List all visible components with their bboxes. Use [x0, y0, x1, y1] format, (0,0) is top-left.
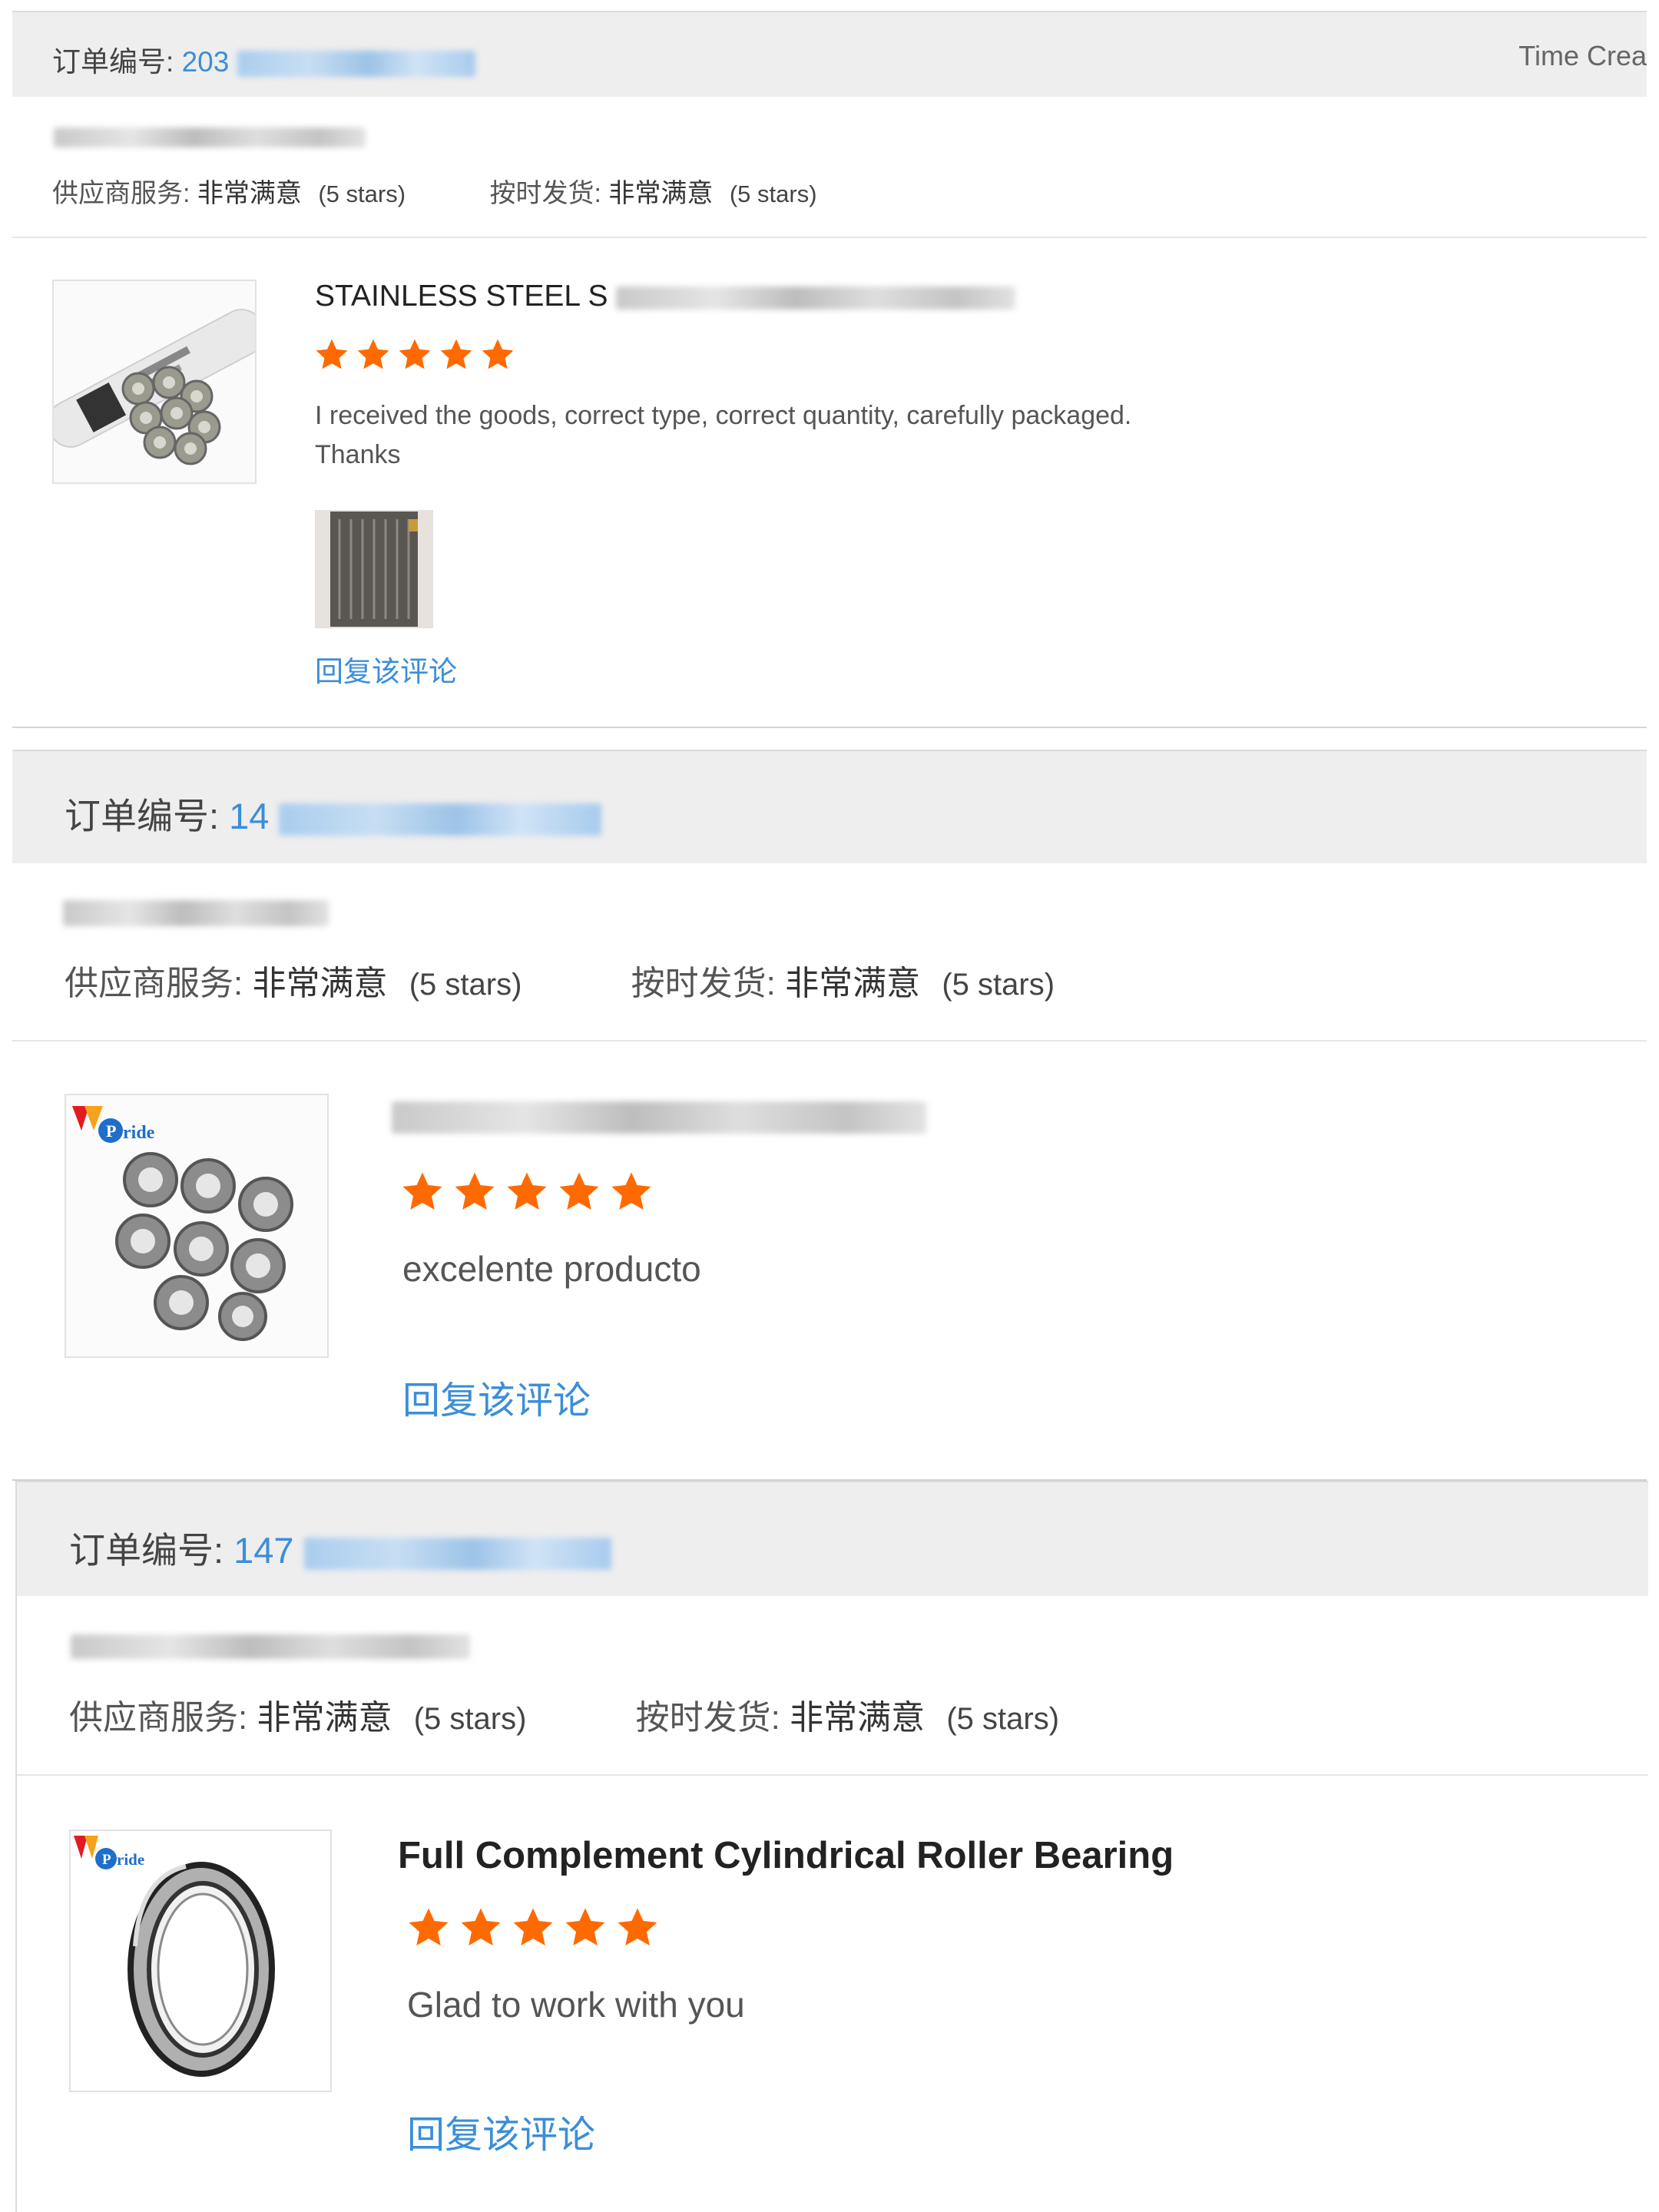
star-icon: [614, 1905, 661, 1951]
svg-text:P: P: [102, 1852, 111, 1868]
star-rating: [313, 336, 516, 377]
order-number-link[interactable]: 147: [233, 1530, 293, 1571]
reply-link[interactable]: 回复该评论: [315, 648, 457, 690]
rating-summary: 供应商服务: 非常满意 (5 stars) 按时发货: 非常满意 (5 star…: [69, 1690, 1059, 1739]
star-icon: [608, 1169, 654, 1215]
redacted-product-title: [616, 286, 1016, 310]
star-icon: [438, 336, 475, 373]
order-number-label: 订单编号: 203: [52, 38, 475, 80]
order-header: 订单编号: 14: [12, 750, 1647, 863]
product-thumbnail[interactable]: [52, 280, 257, 484]
review-photo[interactable]: [315, 510, 433, 628]
supplier-service-label: 供应商服务:: [65, 965, 243, 1002]
product-thumbnail[interactable]: P ride: [69, 1830, 332, 2092]
star-icon: [313, 336, 350, 373]
supplier-service-value: 非常满意: [252, 965, 388, 1002]
product-title[interactable]: [392, 1097, 926, 1135]
redacted-buyer-name: [63, 900, 329, 926]
order-header: 订单编号: 203 Time Crea: [12, 11, 1647, 97]
rating-summary: 供应商服务: 非常满意 (5 stars) 按时发货: 非常满意 (5 star…: [65, 955, 1055, 1005]
star-icon: [504, 1169, 550, 1215]
on-time-label: 按时发货:: [631, 965, 776, 1002]
redacted-order-number: [303, 1537, 611, 1570]
star-icon: [510, 1905, 556, 1951]
review-comment: excelente producto: [402, 1249, 701, 1289]
rating-summary: 供应商服务: 非常满意 (5 stars) 按时发货: 非常满意 (5 star…: [52, 172, 817, 210]
time-created-label: Time Crea: [1518, 40, 1647, 71]
reply-link[interactable]: 回复该评论: [407, 2104, 595, 2159]
star-icon: [479, 336, 516, 373]
on-time-stars: (5 stars): [946, 1702, 1060, 1736]
supplier-service-stars: (5 stars): [409, 968, 522, 1002]
svg-text:ride: ride: [123, 1123, 155, 1143]
supplier-service-stars: (5 stars): [318, 180, 406, 207]
order-number-link[interactable]: 14: [229, 796, 269, 836]
star-icon: [406, 1905, 452, 1951]
order-number-label: 订单编号: 147: [69, 1521, 611, 1574]
star-icon: [396, 336, 433, 373]
review-comment: I received the goods, correct type, corr…: [315, 401, 1132, 469]
svg-text:ride: ride: [117, 1850, 144, 1869]
order-number-label: 订单编号: 14: [65, 786, 602, 839]
redacted-buyer-name: [71, 1634, 470, 1659]
on-time-value: 非常满意: [785, 965, 921, 1002]
on-time-label: 按时发货:: [489, 179, 601, 208]
star-icon: [399, 1169, 445, 1215]
on-time-stars: (5 stars): [942, 968, 1055, 1002]
star-rating: [399, 1169, 654, 1219]
on-time-value: 非常满意: [790, 1699, 926, 1737]
review-card-2: 订单编号: 14 供应商服务: 非常满意 (5 stars) 按时发货: 非常满…: [12, 750, 1647, 1481]
section-divider: [12, 237, 1647, 238]
section-divider: [12, 727, 1647, 728]
on-time-label: 按时发货:: [635, 1699, 780, 1737]
review-card-3: 订单编号: 147 供应商服务: 非常满意 (5 stars) 按时发货: 非常…: [15, 1481, 1648, 2212]
star-icon: [452, 1169, 498, 1215]
supplier-service-label: 供应商服务:: [52, 179, 190, 208]
on-time-stars: (5 stars): [729, 180, 817, 207]
order-number-link[interactable]: 203: [182, 46, 230, 78]
supplier-service-value: 非常满意: [197, 179, 302, 208]
product-title[interactable]: STAINLESS STEEL S: [315, 280, 1016, 313]
star-icon: [556, 1169, 602, 1215]
review-comment: Glad to work with you: [407, 1985, 745, 2025]
on-time-value: 非常满意: [608, 179, 714, 208]
star-rating: [406, 1905, 661, 1955]
supplier-service-stars: (5 stars): [413, 1702, 527, 1736]
star-icon: [562, 1905, 608, 1951]
svg-text:P: P: [106, 1121, 116, 1141]
product-title[interactable]: Full Complement Cylindrical Roller Beari…: [398, 1834, 1174, 1877]
reply-link[interactable]: 回复该评论: [402, 1370, 591, 1425]
star-icon: [458, 1905, 504, 1951]
redacted-product-title: [392, 1101, 926, 1134]
redacted-order-number: [237, 51, 475, 78]
product-thumbnail[interactable]: P ride: [65, 1094, 329, 1358]
section-divider: [17, 1774, 1648, 1776]
supplier-service-label: 供应商服务:: [69, 1699, 248, 1737]
star-icon: [355, 336, 392, 373]
redacted-order-number: [279, 803, 602, 836]
supplier-service-value: 非常满意: [257, 1699, 392, 1737]
redacted-buyer-name: [54, 127, 366, 147]
review-card-1: 订单编号: 203 Time Crea 供应商服务: 非常满意 (5 stars…: [12, 11, 1647, 728]
section-divider: [12, 1040, 1647, 1041]
order-header: 订单编号: 147: [17, 1481, 1648, 1596]
